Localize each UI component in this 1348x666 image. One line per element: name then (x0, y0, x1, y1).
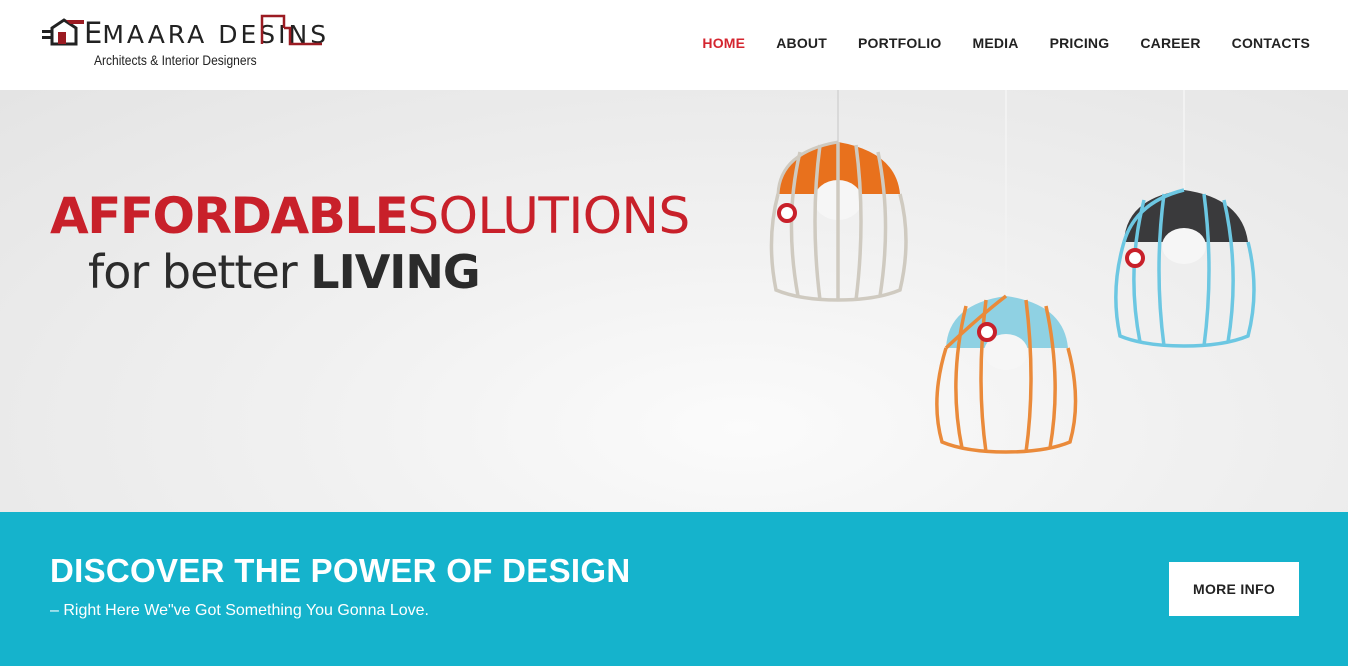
hero-slider: AFFORDABLESOLUTIONS for better LIVING (0, 90, 1348, 512)
more-info-button[interactable]: MORE INFO (1169, 562, 1299, 616)
lamp-blue-orange-icon (935, 90, 1078, 454)
pendant-lamps-image (769, 90, 1256, 454)
hero-headline-bold: AFFORDABLE (50, 187, 409, 245)
logo-title-initial: E (84, 16, 103, 50)
building-logo-icon (42, 18, 84, 46)
nav-pricing[interactable]: PRICING (1050, 35, 1110, 51)
call-to-action-banner: DISCOVER THE POWER OF DESIGN – Right Her… (0, 512, 1348, 666)
nav-portfolio[interactable]: PORTFOLIO (858, 35, 941, 51)
nav-about[interactable]: ABOUT (776, 35, 827, 51)
banner-title: DISCOVER THE POWER OF DESIGN (50, 552, 631, 589)
nav-contacts[interactable]: CONTACTS (1232, 35, 1310, 51)
site-logo[interactable]: EMAARA DESINS Architects & Interior Desi… (40, 12, 330, 72)
lamp-dark-blue-icon (1114, 90, 1256, 348)
hero-headline-line2: for better LIVING (88, 245, 481, 299)
hero-subline-bold: LIVING (310, 245, 480, 299)
main-nav: HOME ABOUT PORTFOLIO MEDIA PRICING CAREE… (702, 35, 1310, 51)
nav-career[interactable]: CAREER (1140, 35, 1200, 51)
logo-tagline: Architects & Interior Designers (94, 52, 257, 68)
nav-home[interactable]: HOME (702, 35, 745, 51)
nav-media[interactable]: MEDIA (972, 35, 1018, 51)
lamp-orange-white-icon (769, 90, 908, 302)
banner-subtitle: – Right Here We"ve Got Something You Gon… (50, 602, 429, 619)
logo-frame-icon (260, 14, 322, 46)
hero-headline-line1: AFFORDABLESOLUTIONS (50, 188, 690, 244)
hero-headline-light: SOLUTIONS (407, 187, 690, 245)
site-header: EMAARA DESINS Architects & Interior Desi… (0, 0, 1348, 90)
hero-subline-light: for better (88, 245, 311, 299)
